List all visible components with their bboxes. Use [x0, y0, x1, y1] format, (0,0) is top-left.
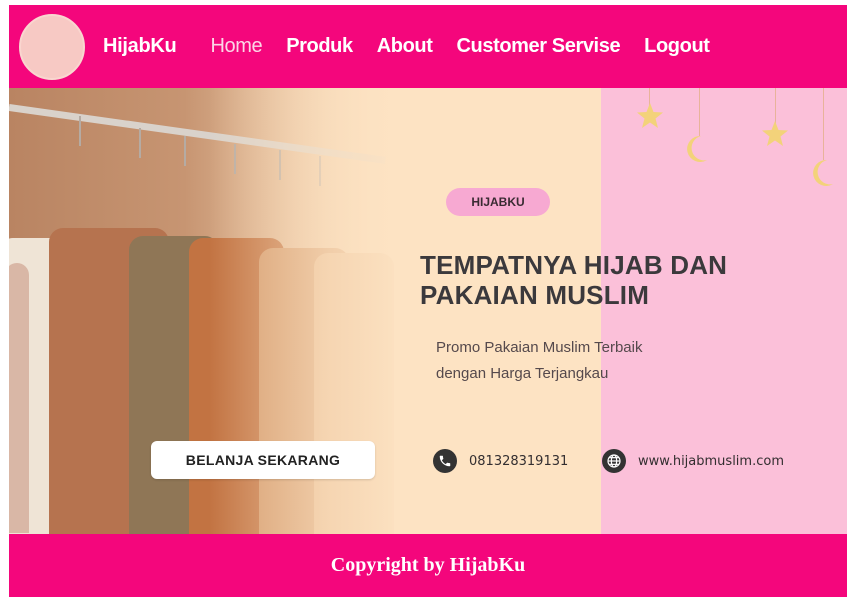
star-icon	[637, 103, 663, 128]
logo[interactable]	[19, 13, 85, 80]
headline-line-1: TEMPATNYA HIJAB DAN	[420, 250, 728, 280]
navbar: HijabKu Home Produk About Customer Servi…	[9, 5, 847, 88]
promo-text: Promo Pakaian Muslim Terbaik dengan Harg…	[436, 335, 736, 387]
hanger	[139, 128, 141, 158]
brand-badge: HIJABKU	[446, 188, 550, 216]
nav-customer-service[interactable]: Customer Servise	[456, 35, 620, 58]
nav-logout[interactable]: Logout	[644, 35, 710, 58]
nav-about[interactable]: About	[377, 35, 433, 58]
copyright-text: Copyright by HijabKu	[330, 554, 526, 576]
promo-line-1: Promo Pakaian Muslim Terbaik	[436, 339, 643, 356]
moon-icon	[687, 135, 707, 162]
nav-links: Home Produk About Customer Servise Logou…	[210, 35, 733, 58]
page-frame: HijabKu Home Produk About Customer Servi…	[9, 5, 847, 597]
headline-line-2: PAKAIAN MUSLIM	[420, 280, 650, 310]
garment	[9, 263, 29, 533]
phone-number[interactable]: 081328319131	[469, 454, 568, 469]
hanger	[184, 136, 186, 166]
nav-produk[interactable]: Produk	[286, 35, 353, 58]
promo-line-2: dengan Harga Terjangkau	[436, 365, 609, 382]
hanger	[79, 116, 81, 146]
phone-contact: 081328319131	[433, 449, 568, 473]
globe-icon	[602, 449, 626, 473]
hanging-string	[699, 88, 700, 136]
footer: Copyright by HijabKu	[9, 534, 847, 597]
moon-icon	[813, 159, 833, 186]
nav-home[interactable]: Home	[210, 35, 262, 58]
website-url[interactable]: www.hijabmuslim.com	[638, 454, 784, 469]
brand-name[interactable]: HijabKu	[103, 35, 177, 58]
hero-headline: TEMPATNYA HIJAB DAN PAKAIAN MUSLIM	[420, 250, 820, 310]
shop-now-button[interactable]: BELANJA SEKARANG	[151, 441, 375, 479]
phone-icon	[433, 449, 457, 473]
hanging-string	[823, 88, 824, 160]
hanging-string	[775, 88, 776, 124]
website-contact: www.hijabmuslim.com	[602, 449, 784, 473]
star-icon	[762, 121, 788, 146]
